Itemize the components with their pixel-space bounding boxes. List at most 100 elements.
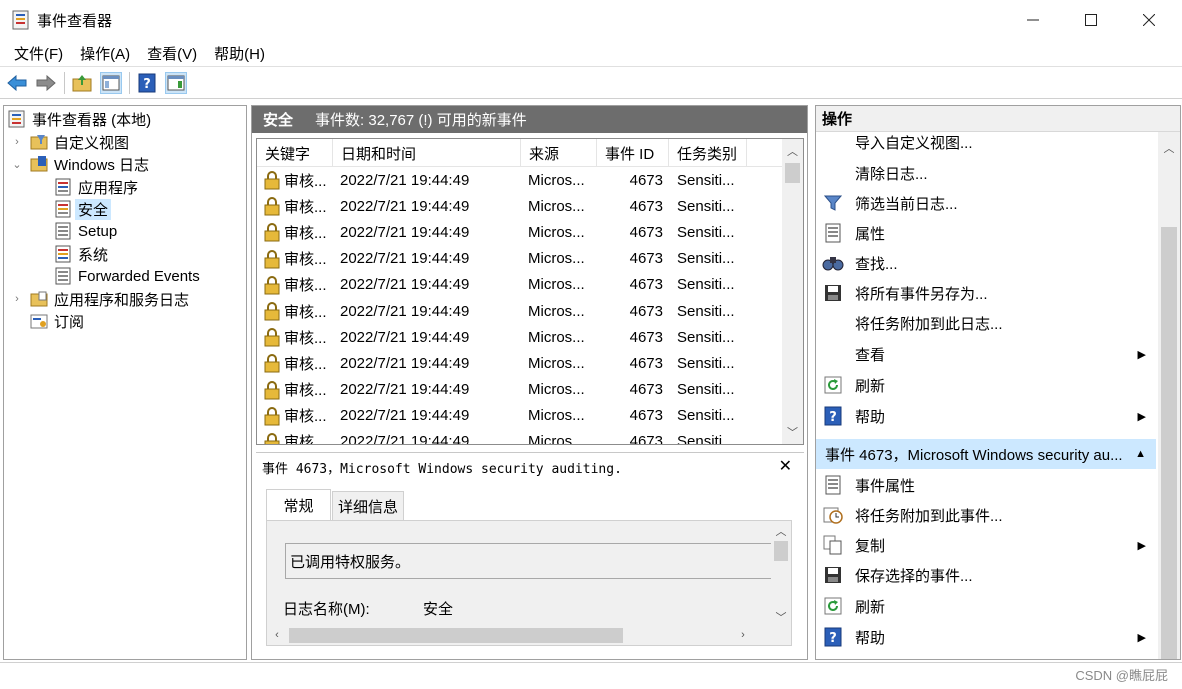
tree-item-security[interactable]: 安全 — [54, 198, 112, 220]
scroll-thumb[interactable] — [289, 628, 623, 643]
table-row[interactable]: 审核... 2022/7/21 19:44:49 Micros... 4673 Sens… — [257, 272, 784, 298]
menu-action[interactable]: 操作(A) — [72, 43, 139, 64]
action-copy[interactable]: 复制 ▶ — [816, 530, 1156, 560]
task-clock-icon — [823, 507, 843, 524]
action-icon-slot — [822, 343, 844, 365]
cell-source: Micros... — [528, 171, 585, 189]
action-filter-current-log[interactable]: 筛选当前日志... — [816, 188, 1156, 218]
tree-item-setup[interactable]: Setup — [54, 220, 117, 242]
event-list[interactable]: 关键字 日期和时间 来源 事件 ID 任务类别 审核... 2022/7/21 1… — [256, 138, 804, 445]
table-row[interactable]: 审核... 2022/7/21 19:44:49 Micros... 4673 Sens… — [257, 298, 784, 324]
table-row[interactable]: 审核... 2022/7/21 19:44:49 Micros... 4673 Sens… — [257, 167, 784, 193]
table-row[interactable]: 审核... 2022/7/21 19:44:49 Micros... 4673 Sens… — [257, 246, 784, 272]
chevron-down-icon[interactable]: ﹀ — [771, 607, 791, 627]
action-icon-slot — [822, 504, 844, 526]
filter-icon — [824, 195, 842, 211]
cell-task-category: Sensiti... — [677, 302, 735, 320]
chevron-left-icon[interactable]: ‹ — [267, 625, 287, 645]
chevron-right-icon[interactable]: › — [10, 293, 24, 305]
chevron-up-icon[interactable]: ︿ — [782, 141, 803, 161]
forward-button[interactable] — [35, 72, 57, 94]
scroll-thumb[interactable] — [774, 541, 788, 561]
detail-vscrollbar[interactable]: ︿ ﹀ — [771, 521, 791, 627]
chevron-down-icon[interactable]: ﹀ — [782, 422, 803, 442]
action-import-custom-view[interactable]: 导入自定义视图... — [816, 127, 1156, 157]
action-event-properties[interactable]: 事件属性 — [816, 470, 1156, 500]
close-button[interactable] — [1120, 0, 1178, 40]
table-row[interactable]: 审核... 2022/7/21 19:44:49 Micros... 4673 Sens… — [257, 429, 784, 444]
menu-help[interactable]: 帮助(H) — [206, 43, 274, 64]
scroll-thumb[interactable] — [1161, 227, 1177, 659]
action-properties[interactable]: 属性 — [816, 218, 1156, 248]
actions-scrollbar[interactable]: ︿ — [1158, 132, 1180, 659]
column-date-time[interactable]: 日期和时间 — [333, 139, 521, 167]
tree-item-app-service-logs[interactable]: › 应用程序和服务日志 — [10, 288, 189, 310]
action-view[interactable]: 查看 ▶ — [816, 339, 1156, 369]
tree-item-forwarded-events[interactable]: Forwarded Events — [54, 265, 200, 287]
tree-item-system[interactable]: 系统 — [54, 243, 108, 265]
show-hide-tree-button[interactable] — [100, 71, 122, 94]
arrow-right-icon — [36, 74, 56, 91]
menu-file[interactable]: 文件(F) — [6, 43, 72, 64]
cell-date-time: 2022/7/21 19:44:49 — [340, 354, 470, 372]
tab-details[interactable]: 详细信息 — [332, 491, 404, 521]
tree-label: Forwarded Events — [78, 267, 200, 285]
action-find[interactable]: 查找... — [816, 248, 1156, 278]
chevron-up-icon[interactable]: ︿ — [1158, 140, 1180, 156]
event-actions-section[interactable]: 事件 4673，Microsoft Windows security au...… — [816, 439, 1156, 469]
action-refresh[interactable]: 刷新 — [816, 370, 1156, 400]
menu-view[interactable]: 查看(V) — [139, 43, 206, 64]
chevron-up-icon[interactable]: ︿ — [771, 521, 791, 541]
lock-icon — [264, 249, 280, 269]
tab-general[interactable]: 常规 — [266, 489, 331, 521]
table-row[interactable]: 审核... 2022/7/21 19:44:49 Micros... 4673 Sens… — [257, 193, 784, 219]
action-event-refresh[interactable]: 刷新 — [816, 591, 1156, 621]
table-row[interactable]: 审核... 2022/7/21 19:44:49 Micros... 4673 Sens… — [257, 377, 784, 403]
table-row[interactable]: 审核... 2022/7/21 19:44:49 Micros... 4673 Sens… — [257, 324, 784, 350]
properties-icon — [825, 223, 841, 243]
tree-label: Setup — [78, 222, 118, 240]
action-attach-task-to-event[interactable]: 将任务附加到此事件... — [816, 500, 1156, 530]
tree-item-windows-logs[interactable]: ⌄ Windows 日志 — [10, 153, 149, 175]
action-help[interactable]: ? 帮助 ▶ — [816, 401, 1156, 431]
event-list-scrollbar[interactable]: ︿ ﹀ — [782, 139, 803, 444]
show-hide-action-pane-button[interactable] — [165, 71, 187, 94]
table-row[interactable]: 审核... 2022/7/21 19:44:49 Micros... 4673 Sens… — [257, 350, 784, 376]
action-save-all-events[interactable]: 将所有事件另存为... — [816, 278, 1156, 308]
action-icon-slot — [822, 162, 844, 184]
event-message[interactable]: 已调用特权服务。 — [285, 543, 771, 579]
help-icon: ? — [138, 73, 156, 92]
tree-item-root[interactable]: 事件查看器 (本地) — [8, 108, 151, 130]
column-keywords[interactable]: 关键字 — [257, 139, 333, 167]
action-save-selected-events[interactable]: 保存选择的事件... — [816, 560, 1156, 590]
close-icon — [1143, 14, 1155, 26]
table-row[interactable]: 审核... 2022/7/21 19:44:49 Micros... 4673 Sens… — [257, 403, 784, 429]
chevron-right-icon[interactable]: › — [733, 625, 753, 645]
tree-item-application[interactable]: 应用程序 — [54, 176, 138, 198]
action-clear-log[interactable]: 清除日志... — [816, 158, 1156, 188]
column-event-id[interactable]: 事件 ID — [597, 139, 669, 167]
cell-keyword-text: 审核... — [284, 172, 327, 190]
scroll-thumb[interactable] — [785, 163, 800, 183]
column-task-category[interactable]: 任务类别 — [669, 139, 747, 167]
action-icon-slot — [822, 222, 844, 244]
help-button[interactable]: ? — [136, 72, 158, 94]
action-attach-task-to-log[interactable]: 将任务附加到此日志... — [816, 308, 1156, 338]
maximize-button[interactable] — [1062, 0, 1120, 40]
up-folder-button[interactable] — [71, 72, 93, 94]
action-icon-slot — [822, 564, 844, 586]
table-row[interactable]: 审核... 2022/7/21 19:44:49 Micros... 4673 Sens… — [257, 219, 784, 245]
action-event-help[interactable]: ? 帮助 ▶ — [816, 622, 1156, 652]
detail-hscrollbar[interactable]: ‹ › — [267, 625, 773, 645]
column-source[interactable]: 来源 — [521, 139, 597, 167]
close-icon[interactable]: ✕ — [779, 456, 792, 476]
collapse-icon[interactable]: ▲ — [1135, 448, 1146, 460]
back-button[interactable] — [6, 72, 28, 94]
tree-item-subscriptions[interactable]: 订阅 — [30, 310, 84, 332]
tree-item-custom-views[interactable]: › 自定义视图 — [10, 131, 129, 153]
chevron-right-icon[interactable]: › — [10, 136, 24, 148]
save-icon — [825, 285, 841, 301]
chevron-down-icon[interactable]: ⌄ — [10, 158, 24, 171]
minimize-button[interactable] — [1004, 0, 1062, 40]
cell-task-category: Sensiti... — [677, 354, 735, 372]
